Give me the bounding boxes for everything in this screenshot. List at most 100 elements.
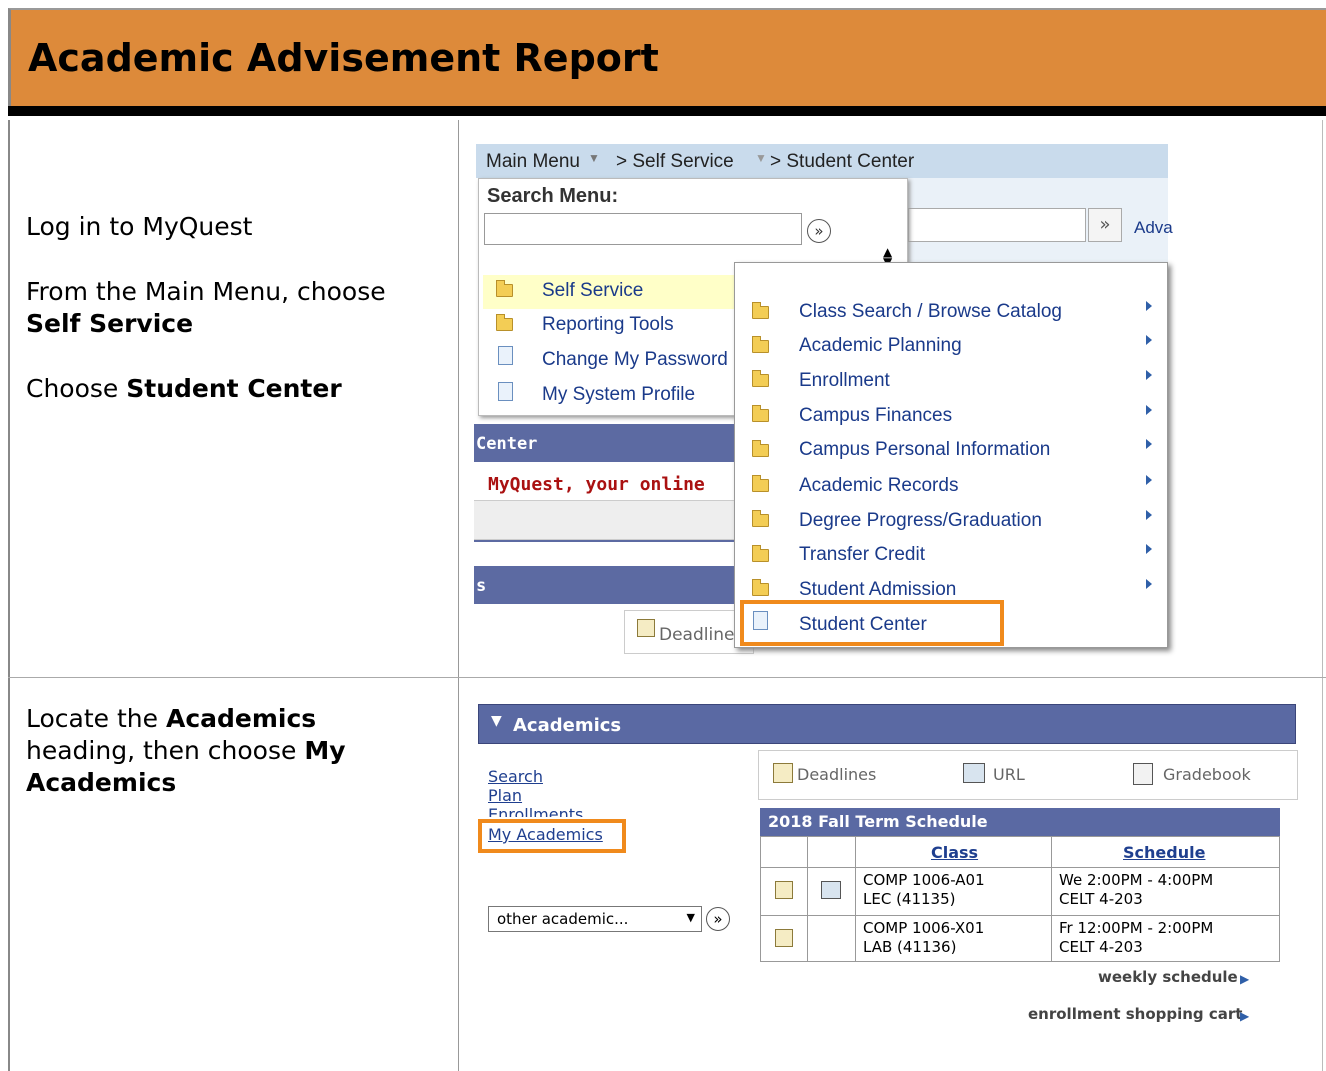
select-go-icon[interactable]: » [706,907,730,931]
chevron-right-icon [1146,579,1152,589]
menu-item-reporting-tools[interactable]: Reporting Tools [542,314,674,336]
folder-icon [752,475,769,492]
chevron-right-icon [1146,439,1152,449]
divider [8,677,1326,678]
calendar-icon [775,881,793,899]
step1-text: Choose [26,374,119,403]
url-icon [963,763,985,783]
chevron-right-icon [1146,544,1152,554]
other-academic-select[interactable]: other academic... ▼ [488,906,702,932]
grid-line [761,867,1279,868]
screenshot-academics: ▼ Academics Search Plan Enrollments My A… [462,682,1322,1071]
row1-sched2: CELT 4-203 [1059,890,1143,908]
title-rule [8,106,1326,116]
search-input[interactable] [484,213,802,245]
shopping-cart-link[interactable]: enrollment shopping cart [1028,1005,1242,1023]
academics-title: Academics [513,715,622,736]
breadcrumb-student-center[interactable]: > Student Center [770,151,914,173]
deadlines-label: Deadline [659,625,735,645]
step2-instructions: Locate the Academics heading, then choos… [26,703,426,799]
calendar-icon [637,619,655,637]
link-search[interactable]: Search [488,767,543,786]
breadcrumb: Main Menu ▼ > Self Service ▼ > Student C… [476,144,1168,178]
tab-bar: Deadlines URL Gradebook [758,750,1298,800]
folder-icon [752,510,769,527]
select-value: other academic... [497,910,629,928]
document-icon [498,382,513,401]
menu-item-system-profile[interactable]: My System Profile [542,384,695,406]
search-menu-label: Search Menu: [487,185,619,207]
chevron-down-icon: ▼ [755,151,767,165]
step2-bold: Academics [26,768,177,797]
search-go-icon[interactable]: » [807,219,831,243]
tab-url[interactable]: URL [993,765,1025,784]
submenu-enrollment[interactable]: Enrollment [799,370,890,392]
document-icon [498,346,513,365]
breadcrumb-main-menu[interactable]: Main Menu [486,151,580,173]
submenu-academic-planning[interactable]: Academic Planning [799,335,962,357]
divider [458,120,459,1071]
schedule-header: 2018 Fall Term Schedule [760,808,1280,836]
chevron-down-icon: ▼ [588,151,600,165]
menu-item-change-password[interactable]: Change My Password [542,349,728,371]
chevron-right-icon [1146,510,1152,520]
row1-sched1: We 2:00PM - 4:00PM [1059,871,1214,889]
calendar-icon [773,763,793,783]
page-title: Academic Advisement Report [28,36,659,80]
folder-icon [496,280,513,297]
advanced-search-link[interactable]: Adva [1134,218,1173,238]
submenu-student-admission[interactable]: Student Admission [799,579,956,601]
folder-icon [752,336,769,353]
folder-icon [752,302,769,319]
folder-icon [752,405,769,422]
grid-line [855,837,856,961]
play-icon: ▶ [1240,1009,1250,1023]
submenu-academic-records[interactable]: Academic Records [799,475,958,497]
grid-line [761,915,1279,916]
step1-text: From the Main Menu, choose [26,277,386,306]
step1-bold: Self Service [26,309,194,338]
tab-deadlines[interactable]: Deadlines [797,765,876,784]
chevron-right-icon [1146,370,1152,380]
play-icon: ▶ [1240,972,1250,986]
welcome-text: MyQuest, your online [488,474,705,495]
my-academics-highlight [478,819,626,853]
submenu-transfer-credit[interactable]: Transfer Credit [799,544,925,566]
row2-sched1: Fr 12:00PM - 2:00PM [1059,919,1214,937]
step2-bold: My [304,736,346,765]
divider [1322,120,1323,1071]
step1-self-service: From the Main Menu, choose Self Service [26,276,386,340]
dropdown-arrow-icon: ▼ [686,911,695,924]
col-class[interactable]: Class [931,843,978,862]
chevron-right-icon [1146,335,1152,345]
folder-icon [752,579,769,596]
go-button[interactable]: » [1088,208,1122,242]
weekly-schedule-link[interactable]: weekly schedule [1098,968,1238,986]
link-plan[interactable]: Plan [488,786,522,805]
row2-sched2: CELT 4-203 [1059,938,1143,956]
tab-gradebook[interactable]: Gradebook [1163,765,1251,784]
chevron-right-icon [1146,475,1152,485]
submenu-campus-finances[interactable]: Campus Finances [799,405,952,427]
step2-text: Locate the [26,704,159,733]
submenu-campus-personal-info[interactable]: Campus Personal Information [799,439,1050,461]
center-label: Center [476,434,538,454]
calendar-icon [775,929,793,947]
collapse-icon[interactable]: ▼ [491,713,502,729]
breadcrumb-self-service[interactable]: > Self Service [616,151,734,173]
menu-item-self-service[interactable]: Self Service [542,280,643,302]
title-banner: Academic Advisement Report [8,8,1326,106]
row2-class1: COMP 1006-X01 [863,919,985,937]
col-schedule[interactable]: Schedule [1123,843,1205,862]
submenu-degree-progress[interactable]: Degree Progress/Graduation [799,510,1042,532]
section-label: s [476,576,487,596]
step2-text: heading, then choose [26,736,297,765]
search-input-bg[interactable] [908,208,1086,242]
folder-icon [752,370,769,387]
student-center-highlight [740,600,1004,646]
link-enrollments[interactable]: Enrollments [488,805,583,817]
submenu-class-search[interactable]: Class Search / Browse Catalog [799,301,1062,323]
grid-line [807,837,808,961]
row2-class2: LAB (41136) [863,938,957,956]
chevron-right-icon [1146,301,1152,311]
